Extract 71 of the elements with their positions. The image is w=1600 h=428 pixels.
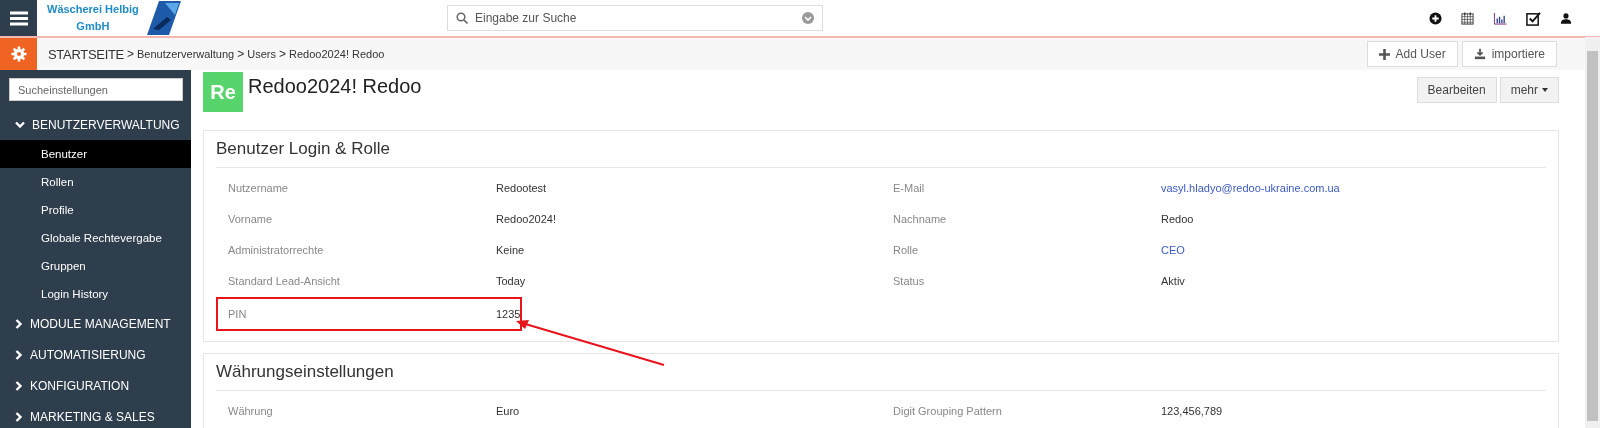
- field-link[interactable]: CEO: [1161, 243, 1185, 256]
- field-label: E-Mail: [893, 181, 926, 194]
- sidebar-item[interactable]: Gruppen: [0, 252, 191, 280]
- caret-icon: [1542, 88, 1548, 92]
- company-logo-text: Wäscherei Helbig GmbH: [47, 2, 139, 34]
- field-value: 123,456,789: [1161, 404, 1223, 417]
- field-label: Rolle: [893, 243, 920, 256]
- chevron-down-icon[interactable]: [802, 12, 814, 24]
- chevron-right-icon: [15, 380, 23, 391]
- scrollbar[interactable]: [1585, 37, 1600, 428]
- chevron-right-icon: [15, 318, 23, 329]
- breadcrumb-link[interactable]: Redoo2024! Redoo: [289, 48, 385, 60]
- panel-title: Währungseinstellungen: [216, 354, 1546, 391]
- field-link[interactable]: vasyl.hladyo@redoo-ukraine.com.ua: [1161, 181, 1340, 194]
- field-label: PIN: [228, 307, 248, 320]
- field-value: Redoo2024!: [496, 212, 556, 225]
- breadcrumb-separator: >: [127, 47, 134, 61]
- field-label: Status: [893, 274, 926, 287]
- sidebar-section[interactable]: BENUTZERVERWALTUNG: [0, 109, 191, 140]
- user-icon[interactable]: [1560, 11, 1572, 25]
- field-label: Standard Lead-Ansicht: [228, 274, 341, 287]
- chevron-right-icon: [15, 411, 23, 422]
- sidebar-section[interactable]: MARKETING & SALES: [0, 401, 191, 428]
- search-icon: [456, 12, 468, 24]
- chevron-right-icon: [15, 349, 23, 360]
- sidebar-section[interactable]: KONFIGURATION: [0, 370, 191, 401]
- action-button[interactable]: importiere: [1461, 41, 1557, 67]
- sidebar-item[interactable]: Login History: [0, 280, 191, 308]
- field-label: Vorname: [228, 212, 274, 225]
- sidebar-section[interactable]: AUTOMATISIERUNG: [0, 339, 191, 370]
- menu-button[interactable]: [0, 0, 37, 36]
- breadcrumb-separator: >: [237, 47, 245, 61]
- field-value: Keine: [496, 243, 525, 256]
- plus-icon: [1378, 48, 1390, 60]
- field-label: Digit Grouping Pattern: [893, 404, 1003, 417]
- field-label: Administratorrechte: [228, 243, 325, 256]
- bar-chart-icon[interactable]: [1493, 11, 1507, 25]
- checkbox-icon[interactable]: [1526, 10, 1541, 26]
- field-value: Aktiv: [1161, 274, 1185, 287]
- field-value: Redootest: [496, 181, 547, 194]
- sidebar-item[interactable]: Rollen: [0, 168, 191, 196]
- sidebar-item[interactable]: Globale Rechtevergabe: [0, 224, 191, 252]
- sidebar-item[interactable]: Profile: [0, 196, 191, 224]
- plus-circle-icon[interactable]: [1429, 11, 1442, 25]
- action-button[interactable]: Add User: [1366, 41, 1458, 67]
- search-field[interactable]: Eingabe zur Suche: [447, 5, 823, 31]
- field-value: Redoo: [1161, 212, 1194, 225]
- field-label: Nutzername: [228, 181, 289, 194]
- avatar: Re: [203, 72, 243, 112]
- field-value: 1235: [496, 307, 521, 320]
- edit-button[interactable]: Bearbeiten: [1416, 77, 1497, 103]
- download-icon: [1473, 48, 1486, 60]
- calendar-icon[interactable]: [1461, 11, 1474, 25]
- dropdown-button[interactable]: mehr: [1499, 77, 1559, 103]
- logo-icon: [144, 1, 181, 35]
- field-value: Euro: [496, 404, 520, 417]
- sidebar-section[interactable]: MODULE MANAGEMENT: [0, 308, 191, 339]
- breadcrumb-home-link[interactable]: STARTSEITE: [48, 46, 124, 62]
- breadcrumb-link[interactable]: Users: [247, 48, 276, 60]
- panel-title: Benutzer Login & Rolle: [216, 131, 1546, 168]
- field-value: Today: [496, 274, 526, 287]
- breadcrumb-link[interactable]: Benutzerverwaltung: [137, 48, 235, 60]
- menu-icon[interactable]: [9, 10, 28, 26]
- breadcrumb-separator: >: [279, 47, 286, 61]
- field-label: Währung: [228, 404, 274, 417]
- field-label: Nachname: [893, 212, 948, 225]
- settings-icon[interactable]: [10, 46, 27, 62]
- sidebar-item[interactable]: Benutzer: [0, 140, 191, 168]
- record-title: Redoo2024! Redoo: [248, 75, 422, 98]
- sidebar-search-field[interactable]: Sucheinstellungen: [9, 78, 183, 101]
- chevron-down-icon: [15, 120, 25, 129]
